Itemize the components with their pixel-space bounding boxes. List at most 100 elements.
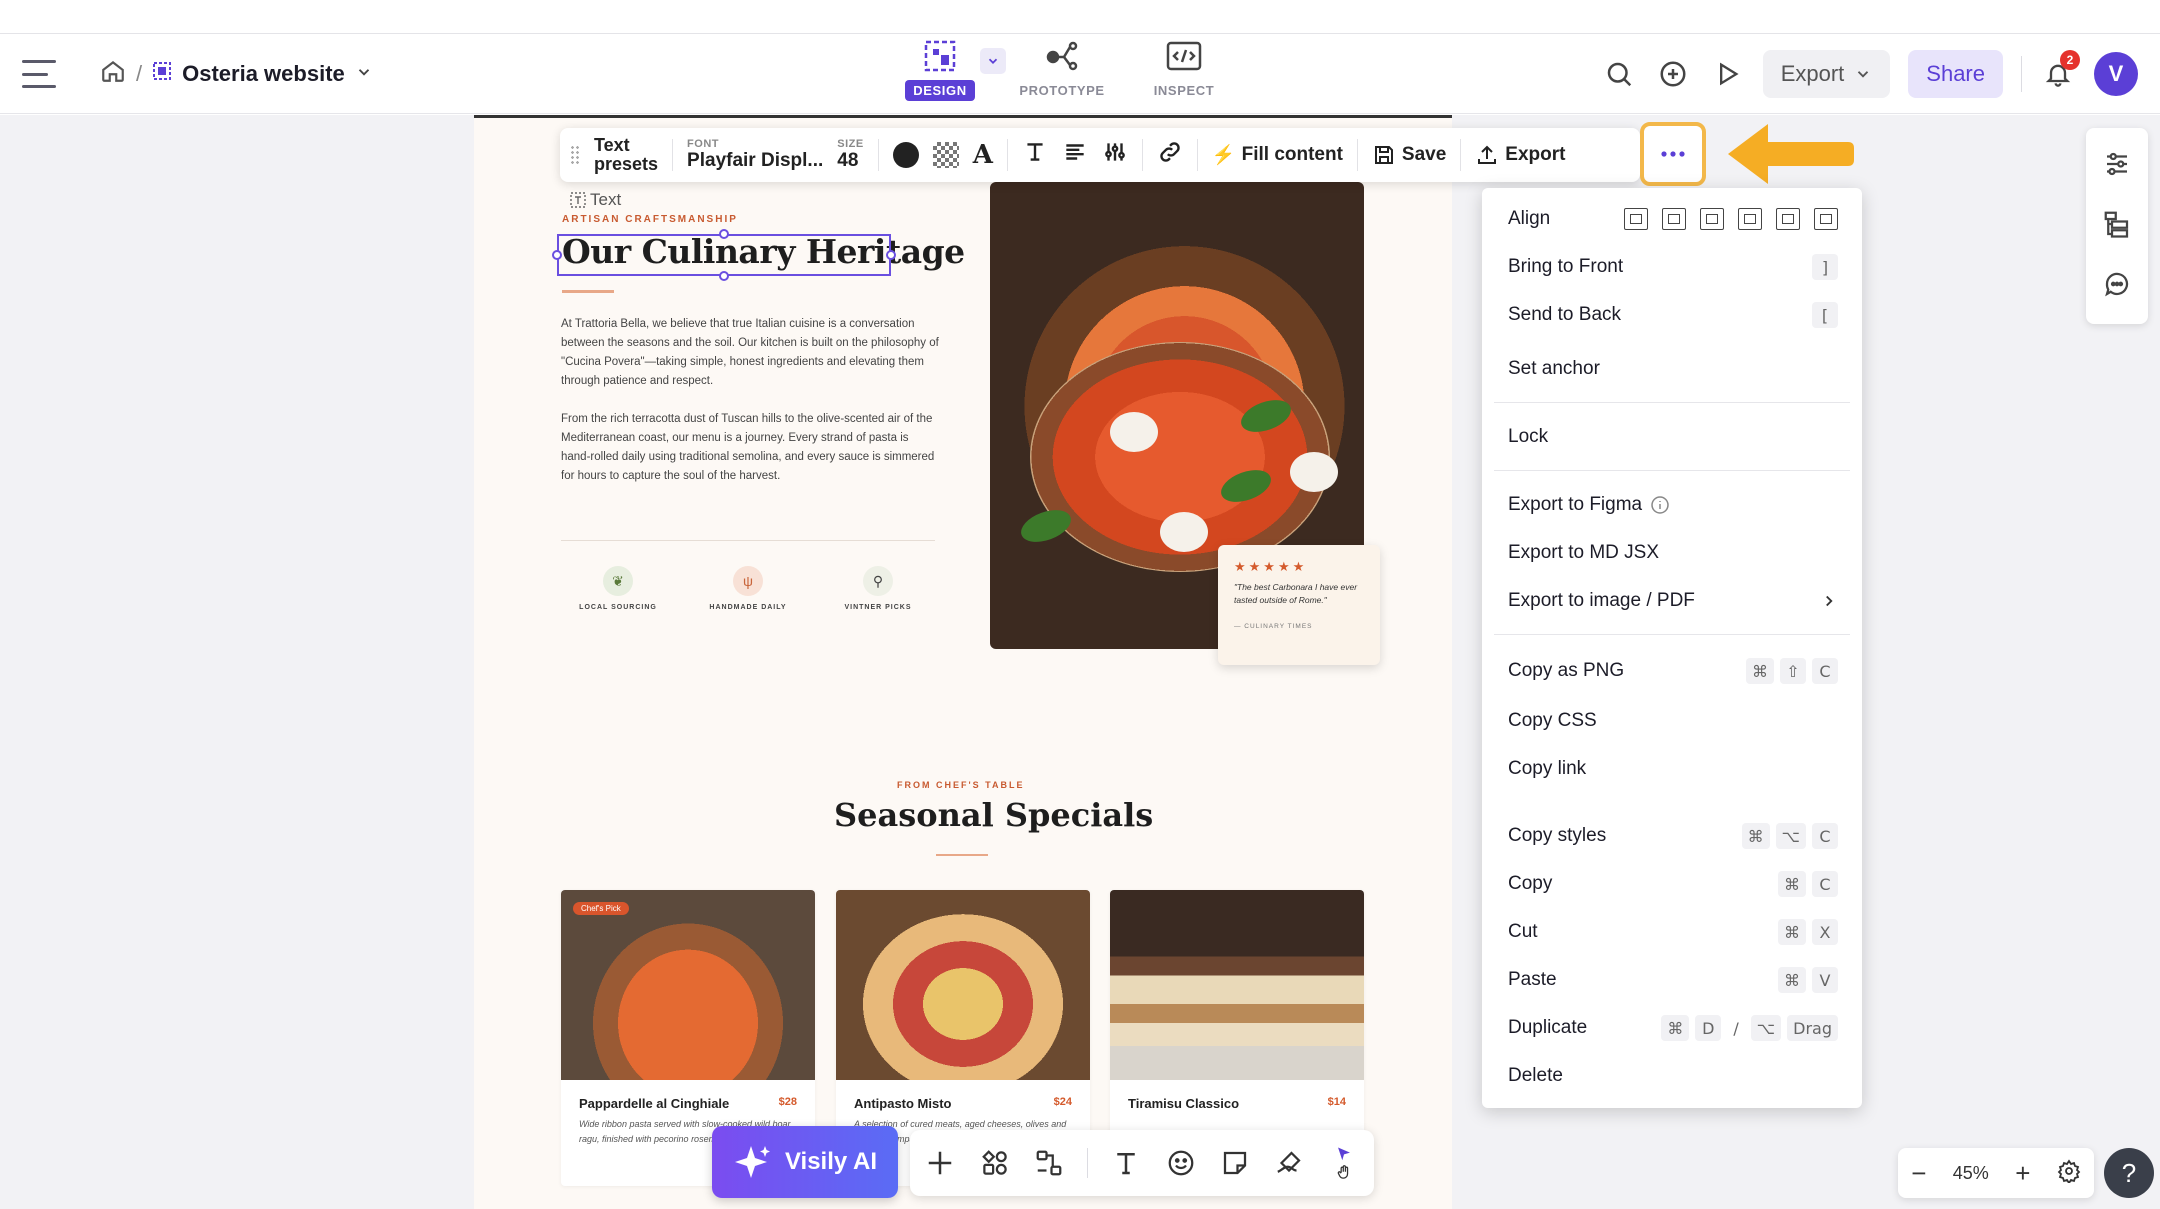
resize-handle[interactable] [886,250,896,260]
font-dropdown[interactable]: FONT Playfair Displ... [687,139,823,171]
avatar[interactable]: V [2094,52,2138,96]
chevron-down-icon[interactable] [355,61,373,87]
zoom-level[interactable]: 45% [1953,1163,1989,1184]
text-presets-dropdown[interactable]: Text presets [594,136,658,174]
fill-content-button[interactable]: ⚡ Fill content [1212,143,1343,167]
align-middle-v-icon[interactable] [1776,208,1800,230]
menu-item-cut[interactable]: Cut ⌘ X [1508,912,1838,952]
feature-local-sourcing[interactable]: ❦ LOCAL SOURCING [568,566,668,611]
settings-icon[interactable] [2057,1158,2081,1188]
menu-item-label: Paste [1508,969,1557,990]
link-icon[interactable] [1157,139,1183,171]
body-paragraph[interactable]: From the rich terracotta dust of Tuscan … [561,410,941,486]
tab-prototype[interactable]: PROTOTYPE [1019,38,1104,101]
menu-item-copy-link[interactable]: Copy link [1508,749,1838,789]
comment-icon[interactable] [2102,269,2132,304]
menu-item-label: Align [1508,208,1551,229]
visily-ai-button[interactable]: Visily AI [712,1126,898,1198]
zoom-in-button[interactable]: + [2015,1158,2030,1189]
feature-vintner-picks[interactable]: ⚲ VINTNER PICKS [828,566,928,611]
hand-icon[interactable] [1334,1164,1354,1181]
notification-badge: 2 [2060,50,2080,70]
emoji-icon[interactable] [1164,1145,1196,1181]
menu-divider [1494,470,1850,471]
menu-item-copy-styles[interactable]: Copy styles ⌘ ⌥ C [1508,816,1838,856]
align-right-icon[interactable] [1700,208,1724,230]
presets-line2: presets [594,154,659,174]
chef-pick-badge: Chef's Pick [573,902,629,915]
text-color-swatch[interactable] [892,142,919,168]
mode-dropdown-button[interactable] [980,48,1006,74]
sticky-note-icon[interactable] [1219,1145,1251,1181]
menu-item-copy[interactable]: Copy ⌘ C [1508,864,1838,904]
resize-handle[interactable] [719,271,729,281]
selection-box[interactable] [552,229,896,281]
card-image [1110,890,1364,1080]
breadcrumb: / Osteria website [100,56,373,92]
menu-item-send-to-back[interactable]: Send to Back [ [1508,295,1838,335]
more-options-button[interactable] [1640,122,1706,186]
size-dropdown[interactable]: SIZE 48 [837,139,863,171]
arrow-pointer-icon [1728,124,1854,184]
card-title: Tiramisu Classico [1128,1096,1240,1111]
menu-item-bring-to-front[interactable]: Bring to Front ] [1508,247,1838,287]
search-icon[interactable] [1601,56,1637,92]
share-button[interactable]: Share [1908,50,2003,98]
card-price: $24 [1053,1096,1072,1108]
align-center-h-icon[interactable] [1662,208,1686,230]
menu-item-export-md-jsx[interactable]: Export to MD JSX [1508,533,1838,573]
menu-item-duplicate[interactable]: Duplicate ⌘ D / ⌥ Drag [1508,1008,1838,1048]
save-label: Save [1401,144,1447,165]
text-transform-icon[interactable] [1022,139,1048,171]
align-left-icon[interactable] [1624,208,1648,230]
align-top-icon[interactable] [1738,208,1762,230]
drag-handle-icon[interactable] [570,145,580,165]
menu-item-copy-as-png[interactable]: Copy as PNG ⌘ ⇧ C [1508,651,1838,691]
menu-item-export-to-figma[interactable]: Export to Figma [1508,485,1838,525]
components-icon[interactable] [978,1145,1010,1181]
menu-item-delete[interactable]: Delete [1508,1056,1838,1096]
cursor-icon[interactable] [1334,1145,1354,1162]
tab-design[interactable]: DESIGN [900,38,980,101]
intro-paragraph[interactable]: At Trattoria Bella, we believe that true… [561,315,941,391]
menu-item-export-image-pdf[interactable]: Export to image / PDF [1508,581,1838,621]
project-name[interactable]: Osteria website [182,61,345,87]
menu-item-lock[interactable]: Lock [1508,417,1838,457]
shortcut-key: ⌥ [1775,823,1806,849]
bell-icon[interactable]: 2 [2040,50,2080,92]
align-bottom-icon[interactable] [1814,208,1838,230]
text-align-icon[interactable] [1062,139,1088,171]
background-swatch[interactable] [932,142,959,168]
review-card[interactable]: ★★★★★ "The best Carbonara I have ever ta… [1218,545,1380,665]
flow-icon[interactable] [1033,1145,1065,1181]
pen-tool-icon[interactable] [1273,1145,1305,1181]
properties-icon[interactable] [2102,149,2132,184]
section-kicker[interactable]: ARTISAN CRAFTSMANSHIP [562,214,738,225]
resize-handle[interactable] [552,250,562,260]
menu-icon[interactable] [22,56,58,92]
resize-handle[interactable] [719,229,729,239]
export-button[interactable]: Export [1762,50,1891,98]
tab-inspect[interactable]: INSPECT [1144,38,1224,101]
add-circle-icon[interactable] [1655,56,1691,92]
menu-item-set-anchor[interactable]: Set anchor [1508,349,1838,389]
zoom-control: − 45% + [1898,1148,2094,1198]
menu-item-align[interactable]: Align [1508,199,1838,239]
zoom-out-button[interactable]: − [1911,1158,1926,1189]
home-icon[interactable] [100,58,126,90]
save-button[interactable]: Save [1372,143,1446,167]
text-tool-icon[interactable] [1110,1145,1142,1181]
menu-item-copy-css[interactable]: Copy CSS [1508,701,1838,741]
play-icon[interactable] [1709,56,1745,92]
text-spacing-icon[interactable] [1102,139,1128,171]
specials-heading[interactable]: Seasonal Specials [834,796,1153,834]
menu-item-paste[interactable]: Paste ⌘ V [1508,960,1838,1000]
help-button[interactable]: ? [2104,1148,2154,1198]
specials-kicker[interactable]: FROM CHEF'S TABLE [897,780,1024,790]
add-icon[interactable] [924,1145,956,1181]
shortcut-keys: ⌘ C [1778,871,1838,897]
feature-handmade-daily[interactable]: ψ HANDMADE DAILY [698,566,798,611]
layers-icon[interactable] [2102,209,2132,244]
export-element-button[interactable]: Export [1475,143,1565,167]
font-style-icon[interactable]: A [973,140,993,170]
